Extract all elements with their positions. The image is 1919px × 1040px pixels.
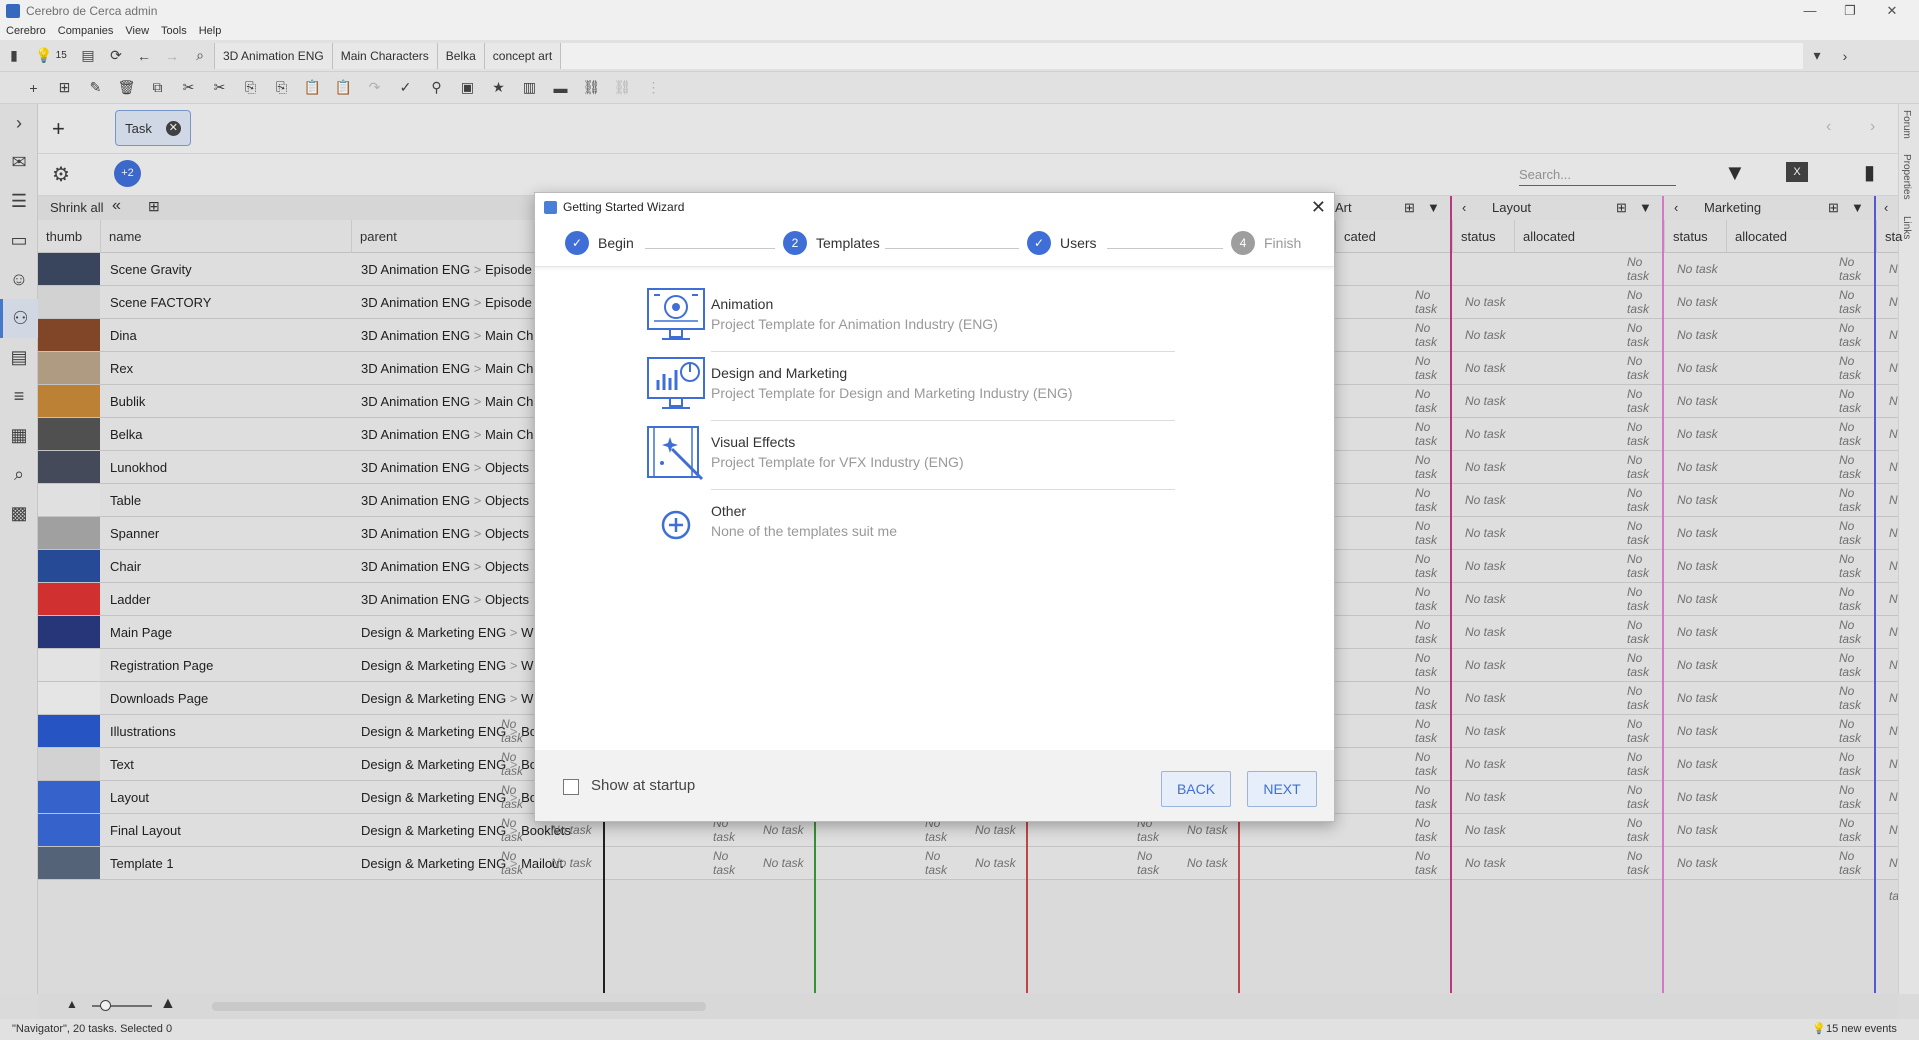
- check-icon: ✓: [1027, 231, 1051, 255]
- template-design-desc: Project Template for Design and Marketin…: [711, 385, 1073, 401]
- template-animation-desc: Project Template for Animation Industry …: [711, 316, 998, 332]
- template-design-name: Design and Marketing: [711, 365, 848, 381]
- step-begin[interactable]: ✓ Begin: [565, 229, 634, 257]
- step-finish-label: Finish: [1264, 235, 1302, 251]
- template-other-name: Other: [711, 503, 747, 519]
- wizard-footer: Show at startup BACK NEXT: [535, 750, 1334, 821]
- step-connector: [645, 248, 775, 249]
- wizard-title: Getting Started Wizard: [563, 200, 685, 214]
- template-animation-name: Animation: [711, 296, 774, 312]
- plus-circle-icon: [661, 510, 691, 540]
- template-vfx-desc: Project Template for VFX Industry (ENG): [711, 454, 964, 470]
- step-finish-number: 4: [1231, 231, 1255, 255]
- template-design-marketing[interactable]: Design and Marketing Project Template fo…: [647, 352, 1175, 421]
- chart-monitor-icon: [647, 357, 705, 409]
- step-finish[interactable]: 4 Finish: [1231, 229, 1301, 257]
- template-other-desc: None of the templates suit me: [711, 523, 897, 539]
- animation-monitor-icon: [647, 288, 705, 340]
- step-templates-number: 2: [783, 231, 807, 255]
- template-animation[interactable]: Animation Project Template for Animation…: [647, 283, 1175, 352]
- check-icon: ✓: [565, 231, 589, 255]
- step-templates[interactable]: 2 Templates: [783, 229, 880, 257]
- getting-started-wizard: Getting Started Wizard ✕ ✓ Begin 2 Templ…: [534, 192, 1335, 822]
- step-templates-label: Templates: [816, 235, 880, 251]
- template-vfx-name: Visual Effects: [711, 434, 796, 450]
- close-icon[interactable]: ✕: [1311, 195, 1326, 219]
- show-at-startup-label[interactable]: Show at startup: [591, 777, 695, 794]
- template-other[interactable]: Other None of the templates suit me: [661, 490, 1175, 559]
- step-connector: [1107, 248, 1223, 249]
- step-users[interactable]: ✓ Users: [1027, 229, 1097, 257]
- step-users-label: Users: [1060, 235, 1097, 251]
- step-connector: [885, 248, 1019, 249]
- back-button[interactable]: BACK: [1161, 771, 1231, 807]
- vfx-wand-icon: [647, 426, 704, 481]
- show-at-startup-checkbox[interactable]: [563, 779, 579, 795]
- step-begin-label: Begin: [598, 235, 634, 251]
- template-visual-effects[interactable]: Visual Effects Project Template for VFX …: [647, 421, 1175, 490]
- next-button[interactable]: NEXT: [1247, 771, 1317, 807]
- wizard-stepper: ✓ Begin 2 Templates ✓ Users 4 Finish: [535, 221, 1334, 267]
